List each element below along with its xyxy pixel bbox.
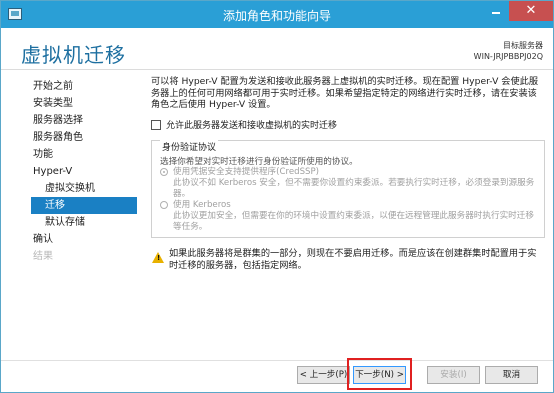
- nav-item-default-stores[interactable]: 默认存储: [31, 214, 137, 231]
- auth-group-description: 选择你希望对实时迁移进行身份验证所使用的协议。: [160, 157, 358, 167]
- nav-item-before-you-begin[interactable]: 开始之前: [31, 78, 137, 95]
- nav-item-features[interactable]: 功能: [31, 146, 137, 163]
- previous-button[interactable]: < 上一步(P): [297, 366, 350, 384]
- wizard-window: 添加角色和功能向导 ✕ 虚拟机迁移 目标服务器 WIN-JRJPBBPJ02Q …: [0, 0, 554, 393]
- target-server-label: 目标服务器: [503, 41, 543, 50]
- content-area: 可以将 Hyper-V 配置为发送和接收此服务器上虚拟机的实时迁移。现在配置 H…: [151, 76, 545, 111]
- credssp-description: 此协议不如 Kerberos 安全，但不需要你设置约束委派。若要执行实时迁移，必…: [173, 178, 535, 199]
- cluster-warning: ! 如果此服务器将是群集的一部分，则现在不要启用迁移。而是应该在创建群集时配置用…: [151, 248, 545, 272]
- target-server: 目标服务器 WIN-JRJPBBPJ02Q: [474, 40, 543, 62]
- page-title: 虚拟机迁移: [21, 43, 126, 67]
- cancel-button[interactable]: 取消: [485, 366, 538, 384]
- credssp-option: 使用凭据安全支持提供程序(CredSSP) 此协议不如 Kerberos 安全，…: [160, 167, 540, 200]
- nav-item-hyper-v[interactable]: Hyper-V: [31, 163, 137, 180]
- auth-group-title: 身份验证协议: [160, 140, 219, 153]
- nav-item-installation-type[interactable]: 安装类型: [31, 95, 137, 112]
- live-migration-checkbox-label: 允许此服务器发送和接收虚拟机的实时迁移: [166, 121, 338, 131]
- install-button: 安装(I): [427, 366, 480, 384]
- title-bar[interactable]: 添加角色和功能向导 ✕: [1, 1, 553, 28]
- minimize-button[interactable]: [483, 1, 509, 21]
- nav-item-migration[interactable]: 迁移: [31, 197, 137, 214]
- live-migration-checkbox[interactable]: [151, 119, 161, 130]
- header-divider: [1, 69, 553, 70]
- nav-item-virtual-switches[interactable]: 虚拟交换机: [31, 180, 137, 197]
- close-button[interactable]: ✕: [509, 1, 553, 21]
- warning-text: 如果此服务器将是群集的一部分，则现在不要启用迁移。而是应该在创建群集时配置用于实…: [169, 248, 537, 271]
- credssp-radio: [160, 168, 168, 176]
- kerberos-label: 使用 Kerberos: [173, 200, 231, 210]
- window-title: 添加角色和功能向导: [222, 9, 331, 23]
- target-server-name: WIN-JRJPBBPJ02Q: [473, 52, 543, 61]
- nav-item-server-roles[interactable]: 服务器角色: [31, 129, 137, 146]
- credssp-label: 使用凭据安全支持提供程序(CredSSP): [173, 167, 320, 177]
- auth-protocol-group: 身份验证协议 选择你希望对实时迁移进行身份验证所使用的协议。 使用凭据安全支持提…: [151, 140, 545, 238]
- nav-item-confirmation[interactable]: 确认: [31, 231, 137, 248]
- nav-item-results: 结果: [33, 251, 53, 262]
- live-migration-option[interactable]: 允许此服务器发送和接收虚拟机的实时迁移: [151, 118, 337, 131]
- warning-icon-mark: !: [157, 254, 161, 262]
- kerberos-option: 使用 Kerberos 此协议更加安全，但需要在你的环境中设置约束委派，以便在远…: [160, 200, 540, 233]
- wizard-nav: 开始之前 安装类型 服务器选择 服务器角色 功能 Hyper-V 虚拟交换机 迁…: [31, 78, 137, 265]
- intro-text: 可以将 Hyper-V 配置为发送和接收此服务器上虚拟机的实时迁移。现在配置 H…: [151, 76, 539, 111]
- footer-divider: [1, 360, 553, 361]
- kerberos-description: 此协议更加安全，但需要在你的环境中设置约束委派，以便在远程管理此服务器时执行实时…: [173, 211, 534, 232]
- kerberos-radio: [160, 201, 168, 209]
- nav-item-server-selection[interactable]: 服务器选择: [31, 112, 137, 129]
- next-button-highlight: [347, 358, 412, 390]
